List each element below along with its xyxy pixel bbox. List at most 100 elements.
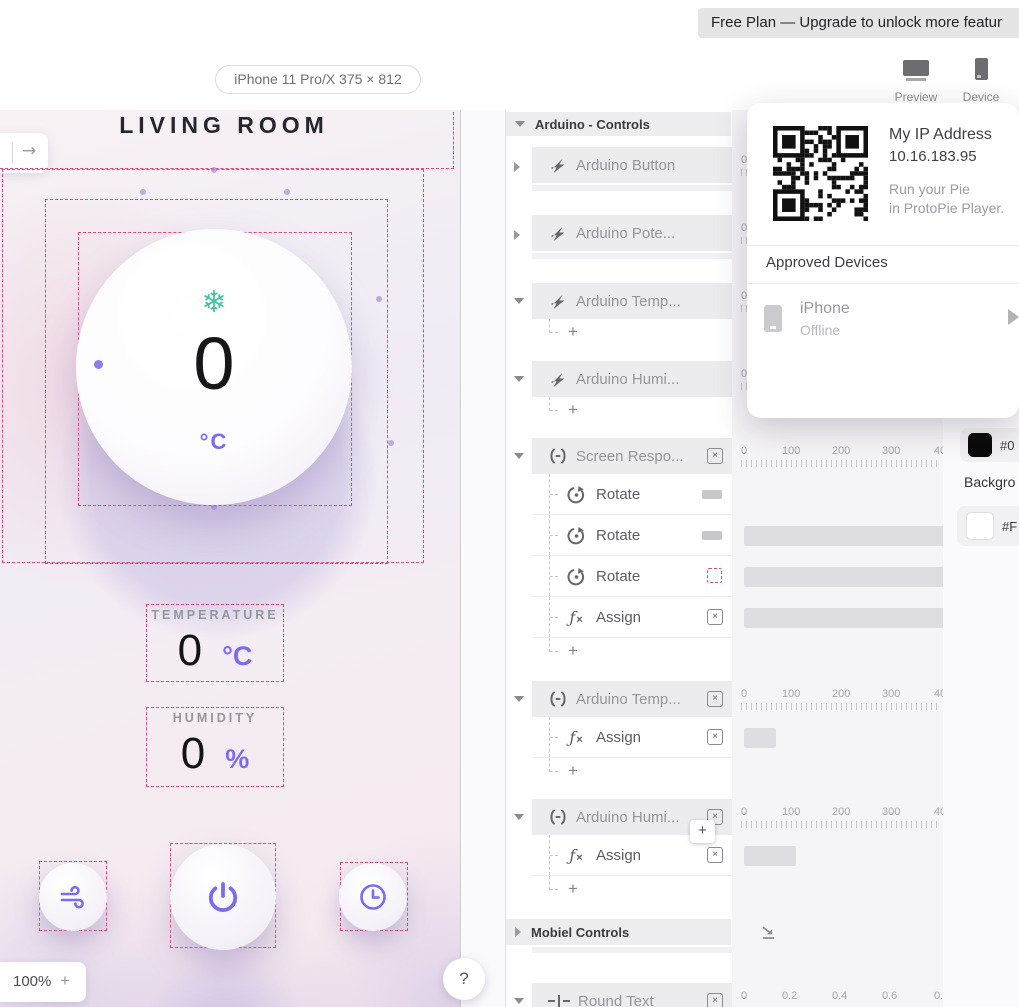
delete-button[interactable]: ×: [707, 448, 723, 464]
tree-tick: [550, 332, 558, 333]
tree-tick: [550, 651, 558, 652]
add-action-row[interactable]: +: [506, 758, 943, 784]
ruler-tick-label: 300: [882, 806, 900, 818]
qr-code: [773, 126, 868, 221]
delete-button[interactable]: ×: [707, 729, 723, 745]
delete-button[interactable]: ×: [707, 847, 723, 863]
action-label: Assign: [596, 729, 641, 746]
plus-icon[interactable]: +: [568, 400, 578, 420]
ruler-tick-label: 200: [832, 445, 850, 457]
main-toolbar: iPhone 11 Pro/X 375 × 812 Preview Device: [0, 45, 1019, 110]
delete-button[interactable]: ×: [707, 691, 723, 707]
timeline-bar[interactable]: [744, 846, 796, 866]
caret-down-icon[interactable]: [514, 814, 524, 820]
caret-down-icon[interactable]: [514, 376, 524, 382]
clock-button[interactable]: [339, 863, 407, 931]
wind-button[interactable]: [39, 863, 107, 931]
thermostat-dial[interactable]: ❄ 0 °C: [76, 229, 352, 505]
duration-badge: [702, 490, 722, 499]
trigger-row-screen-respo-[interactable]: Screen Respo...×010020030040: [506, 438, 943, 474]
timeline-bar[interactable]: [744, 567, 943, 587]
delete-button[interactable]: ×: [707, 609, 723, 625]
preview-button[interactable]: Preview: [890, 58, 942, 104]
run-hint-line2: in ProtoPie Player.: [889, 200, 1004, 216]
plus-icon[interactable]: +: [568, 322, 578, 342]
scene-title: LIVING ROOM: [0, 112, 448, 139]
action-label: Rotate: [596, 486, 640, 503]
duration-badge: [702, 531, 722, 540]
caret-right-icon[interactable]: [514, 230, 520, 240]
add-action-row[interactable]: +: [506, 638, 943, 664]
receive-icon: [548, 689, 568, 709]
caret-right-icon[interactable]: [514, 162, 520, 172]
row-gap: [506, 784, 943, 799]
plus-icon[interactable]: +: [568, 879, 578, 899]
trigger-row-round-text[interactable]: Round Text×00.20.40.60.: [506, 983, 943, 1007]
device-selector[interactable]: iPhone 11 Pro/X 375 × 812: [215, 65, 421, 94]
formula-icon: ƒ×: [566, 727, 586, 747]
temperature-reading[interactable]: TEMPERATURE 0 °C: [146, 604, 284, 676]
trigger-label: Arduino Humi...: [576, 371, 679, 388]
tree-tick: [550, 576, 558, 577]
caret-right-icon[interactable]: [515, 927, 521, 937]
timeline-bar[interactable]: [744, 728, 776, 748]
action-row-rotate[interactable]: Rotate: [506, 515, 943, 556]
ruler-tick-label: 40: [934, 445, 943, 457]
trigger-flash-icon: [548, 223, 568, 243]
handle-dot: [140, 189, 146, 195]
ruler-tick-label: 0.4: [832, 990, 847, 1002]
ruler-tick-label: 0.: [934, 990, 943, 1002]
action-row-assign[interactable]: ƒ×Assign×: [506, 597, 943, 638]
tree-tick: [550, 855, 558, 856]
trigger-label: Arduino Temp...: [576, 293, 681, 310]
formula-icon: ƒ×: [566, 845, 586, 865]
collapse-all-icon[interactable]: [759, 923, 779, 943]
trigger-label: Arduino Pote...: [576, 225, 675, 242]
snowflake-icon: ❄: [76, 285, 352, 320]
action-row-rotate[interactable]: Rotate: [506, 474, 943, 515]
caret-down-icon[interactable]: [514, 998, 524, 1004]
timeline-bar[interactable]: [744, 526, 943, 546]
tree-tick: [550, 737, 558, 738]
device-button[interactable]: Device: [955, 58, 1007, 104]
ruler-ticks: [741, 703, 939, 710]
add-action-row[interactable]: +: [506, 876, 943, 902]
fill-color-swatch[interactable]: #0: [960, 428, 1019, 462]
zoom-in-button[interactable]: +: [60, 962, 70, 1000]
run-hint-line1: Run your Pie: [889, 181, 970, 197]
action-row-rotate[interactable]: Rotate: [506, 556, 943, 597]
caret-down-icon[interactable]: [514, 696, 524, 702]
trigger-label: Arduino Button: [576, 157, 675, 174]
trigger-row-arduino-humi-[interactable]: Arduino Humi...×010020030040: [506, 799, 943, 835]
rotate-icon: [566, 525, 586, 545]
humidity-reading[interactable]: HUMIDITY 0 %: [146, 707, 284, 779]
help-button[interactable]: ?: [443, 958, 485, 1000]
free-plan-upgrade-banner[interactable]: Free Plan — Upgrade to unlock more featu…: [698, 8, 1019, 38]
device-label: Device: [955, 90, 1007, 104]
action-row-assign[interactable]: ƒ×Assign×: [506, 835, 943, 876]
plus-icon[interactable]: +: [568, 641, 578, 661]
scene-nav-card[interactable]: →: [0, 133, 48, 173]
top-banner-row: Free Plan — Upgrade to unlock more featu…: [0, 0, 1019, 45]
trigger-row-arduino-temp-[interactable]: Arduino Temp...×010020030040: [506, 681, 943, 717]
caret-down-icon[interactable]: [514, 453, 524, 459]
temperature-unit: °C: [222, 641, 252, 672]
ruler-tick-label: 100: [782, 445, 800, 457]
background-color-swatch[interactable]: #F: [957, 506, 1019, 546]
arrow-right-icon[interactable]: →: [22, 141, 36, 161]
action-row-assign[interactable]: ƒ× Assign ×: [506, 717, 943, 758]
delete-button[interactable]: ×: [707, 993, 723, 1007]
timeline-bar[interactable]: [744, 608, 943, 628]
zoom-control[interactable]: 100% +: [0, 962, 86, 1002]
temperature-label: TEMPERATURE: [146, 608, 284, 622]
power-button[interactable]: [170, 844, 276, 950]
play-on-device-button[interactable]: [1008, 309, 1019, 325]
caret-down-icon[interactable]: [514, 298, 524, 304]
ruler-tick-label: 200: [832, 806, 850, 818]
design-canvas[interactable]: LIVING ROOM → ❄ 0 °C TEMPERATUR: [0, 110, 461, 1007]
tree-tick: [550, 771, 558, 772]
add-response-button[interactable]: +: [690, 820, 715, 843]
caret-down-icon[interactable]: [515, 121, 525, 127]
group-header-mobiel-controls[interactable]: Mobiel Controls: [506, 919, 943, 945]
plus-icon[interactable]: +: [568, 761, 578, 781]
